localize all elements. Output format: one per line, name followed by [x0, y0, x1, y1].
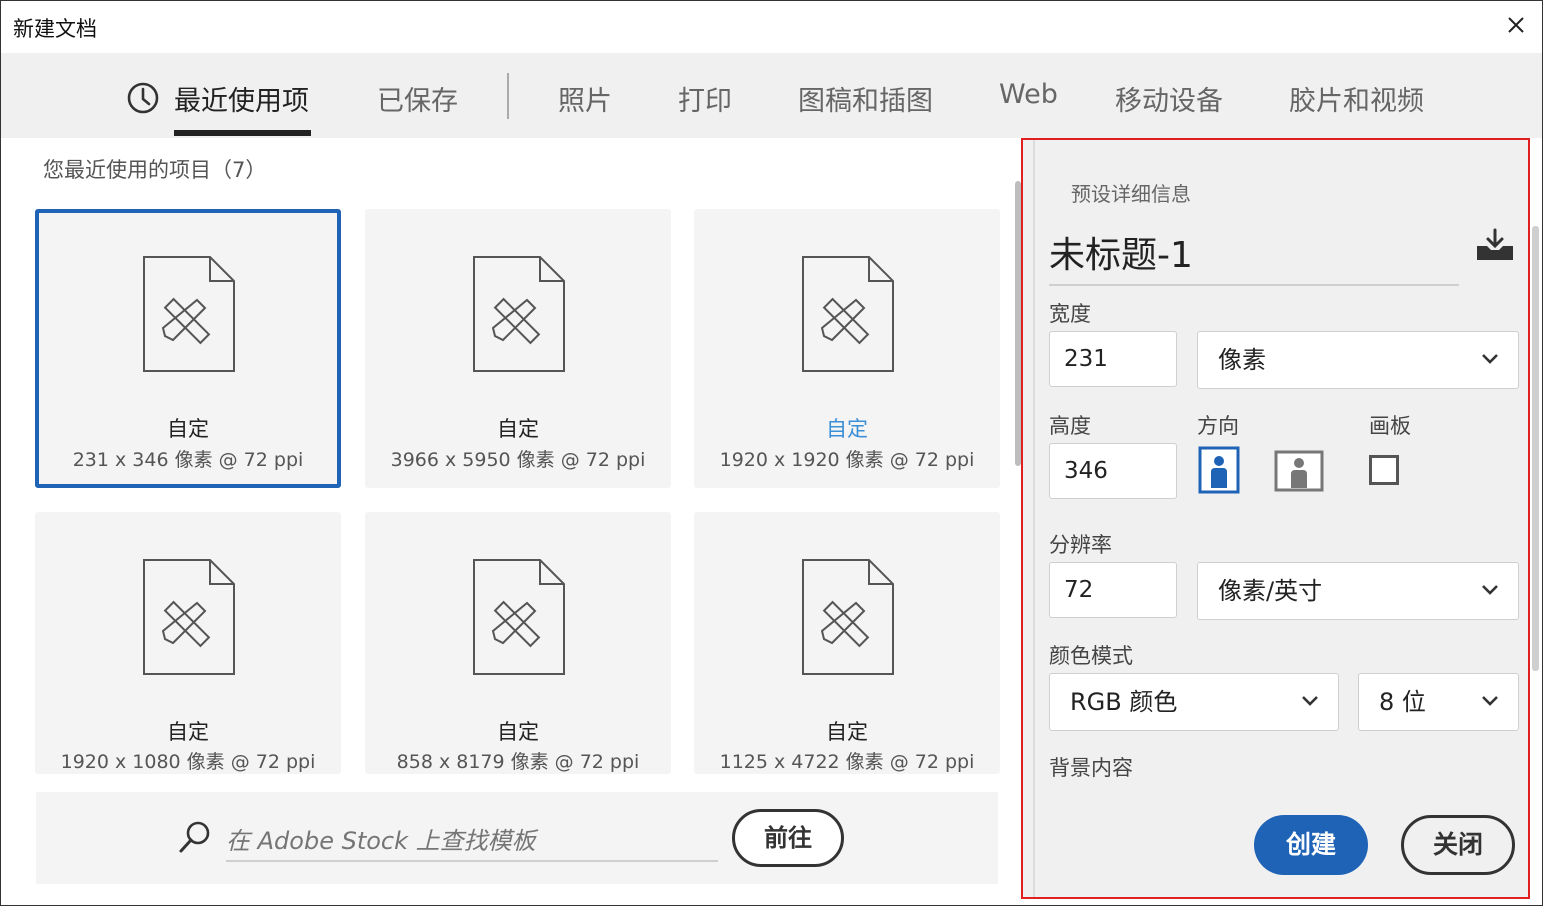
portrait-orientation-icon[interactable] — [1198, 446, 1240, 494]
save-preset-icon[interactable] — [1475, 228, 1515, 262]
recent-item-meta: 1125 x 4722 像素 @ 72 ppi — [719, 751, 975, 773]
recent-item-meta: 1920 x 1080 像素 @ 72 ppi — [60, 751, 316, 773]
height-input[interactable]: 346 — [1049, 443, 1177, 499]
tab-print[interactable]: 打印 — [678, 79, 732, 118]
stock-search-bar: 前往 — [36, 792, 998, 884]
color-mode-value: RGB 颜色 — [1070, 688, 1178, 716]
bit-depth-value: 8 位 — [1379, 688, 1426, 716]
color-mode-select[interactable]: RGB 颜色 — [1049, 673, 1339, 731]
clock-icon — [127, 82, 159, 114]
right-scrollbar[interactable] — [1532, 226, 1539, 671]
title-bar: 新建文档 — [1, 1, 1542, 53]
orientation-label: 方向 — [1197, 414, 1239, 438]
tab-art-illustration[interactable]: 图稿和插图 — [798, 79, 933, 118]
chevron-down-icon — [1302, 696, 1318, 706]
recent-item-name: 自定 — [497, 417, 539, 441]
document-icon — [143, 559, 235, 675]
close-icon[interactable] — [1504, 13, 1528, 37]
recent-item-meta: 231 x 346 像素 @ 72 ppi — [72, 449, 304, 471]
document-name-field[interactable]: 未标题-1 — [1049, 226, 1459, 286]
resolution-unit-value: 像素/英寸 — [1218, 577, 1323, 605]
document-icon — [473, 559, 565, 675]
document-icon — [802, 256, 894, 372]
tab-recent[interactable]: 最近使用项 — [174, 79, 309, 118]
recent-items-heading: 您最近使用的项目（7） — [43, 158, 267, 182]
chevron-down-icon — [1482, 696, 1498, 706]
recent-items-panel: 您最近使用的项目（7） 自定 231 x 346 像素 @ 72 ppi 自定 … — [1, 138, 1018, 905]
bit-depth-select[interactable]: 8 位 — [1358, 673, 1519, 731]
artboard-checkbox[interactable] — [1369, 455, 1399, 485]
recent-item-card[interactable]: 自定 858 x 8179 像素 @ 72 ppi — [365, 512, 671, 774]
document-icon — [473, 256, 565, 372]
recent-item-meta: 1920 x 1920 像素 @ 72 ppi — [719, 449, 975, 471]
width-unit-select[interactable]: 像素 — [1197, 331, 1519, 389]
artboard-label: 画板 — [1369, 414, 1411, 438]
document-icon — [143, 256, 235, 372]
chevron-down-icon — [1482, 585, 1498, 595]
color-mode-label: 颜色模式 — [1049, 644, 1133, 668]
recent-item-card[interactable]: 自定 1920 x 1080 像素 @ 72 ppi — [35, 512, 341, 774]
width-label: 宽度 — [1049, 302, 1091, 326]
recent-item-name: 自定 — [167, 417, 209, 441]
create-button[interactable]: 创建 — [1254, 815, 1368, 875]
preset-details-heading: 预设详细信息 — [1071, 182, 1191, 206]
new-document-dialog: 新建文档 最近使用项 已保存 照片 打印 图稿和插图 Web 移动设备 胶片和视… — [0, 0, 1543, 906]
active-tab-indicator — [174, 130, 311, 136]
search-icon — [179, 821, 210, 853]
resolution-input[interactable]: 72 — [1049, 562, 1177, 618]
resolution-unit-select[interactable]: 像素/英寸 — [1197, 562, 1519, 620]
recent-item-meta: 3966 x 5950 像素 @ 72 ppi — [390, 449, 646, 471]
height-label: 高度 — [1049, 414, 1091, 438]
chevron-down-icon — [1482, 354, 1498, 364]
preset-details-panel: 预设详细信息 未标题-1 宽度 231 像素 高度 方向 画板 346 分辨率 … — [1021, 138, 1530, 899]
recent-item-card[interactable]: 自定 3966 x 5950 像素 @ 72 ppi — [365, 209, 671, 488]
category-tabs: 最近使用项 已保存 照片 打印 图稿和插图 Web 移动设备 胶片和视频 — [1, 53, 1542, 138]
resolution-label: 分辨率 — [1049, 533, 1112, 557]
tab-web[interactable]: Web — [999, 79, 1058, 110]
tab-saved[interactable]: 已保存 — [377, 79, 458, 118]
recent-item-name: 自定 — [497, 720, 539, 744]
tab-mobile[interactable]: 移动设备 — [1115, 79, 1223, 118]
recent-item-name: 自定 — [826, 417, 868, 441]
recent-item-card[interactable]: 自定 1920 x 1920 像素 @ 72 ppi — [694, 209, 1000, 488]
document-icon — [802, 559, 894, 675]
background-contents-label: 背景内容 — [1049, 756, 1133, 780]
tab-photo[interactable]: 照片 — [558, 79, 612, 118]
recent-item-card[interactable]: 自定 231 x 346 像素 @ 72 ppi — [35, 209, 341, 488]
recent-item-name: 自定 — [826, 720, 868, 744]
tab-divider — [507, 73, 509, 119]
go-button[interactable]: 前往 — [732, 809, 844, 867]
width-input[interactable]: 231 — [1049, 331, 1177, 387]
width-unit-value: 像素 — [1218, 346, 1266, 374]
recent-item-card[interactable]: 自定 1125 x 4722 像素 @ 72 ppi — [694, 512, 1000, 774]
recent-item-meta: 858 x 8179 像素 @ 72 ppi — [396, 751, 640, 773]
landscape-orientation-icon[interactable] — [1274, 450, 1324, 492]
stock-search-input[interactable] — [226, 816, 718, 862]
recent-item-name: 自定 — [167, 720, 209, 744]
window-title: 新建文档 — [13, 17, 97, 41]
close-button[interactable]: 关闭 — [1401, 815, 1515, 875]
panel-divider — [1033, 140, 1035, 897]
tab-film-video[interactable]: 胶片和视频 — [1289, 79, 1424, 118]
